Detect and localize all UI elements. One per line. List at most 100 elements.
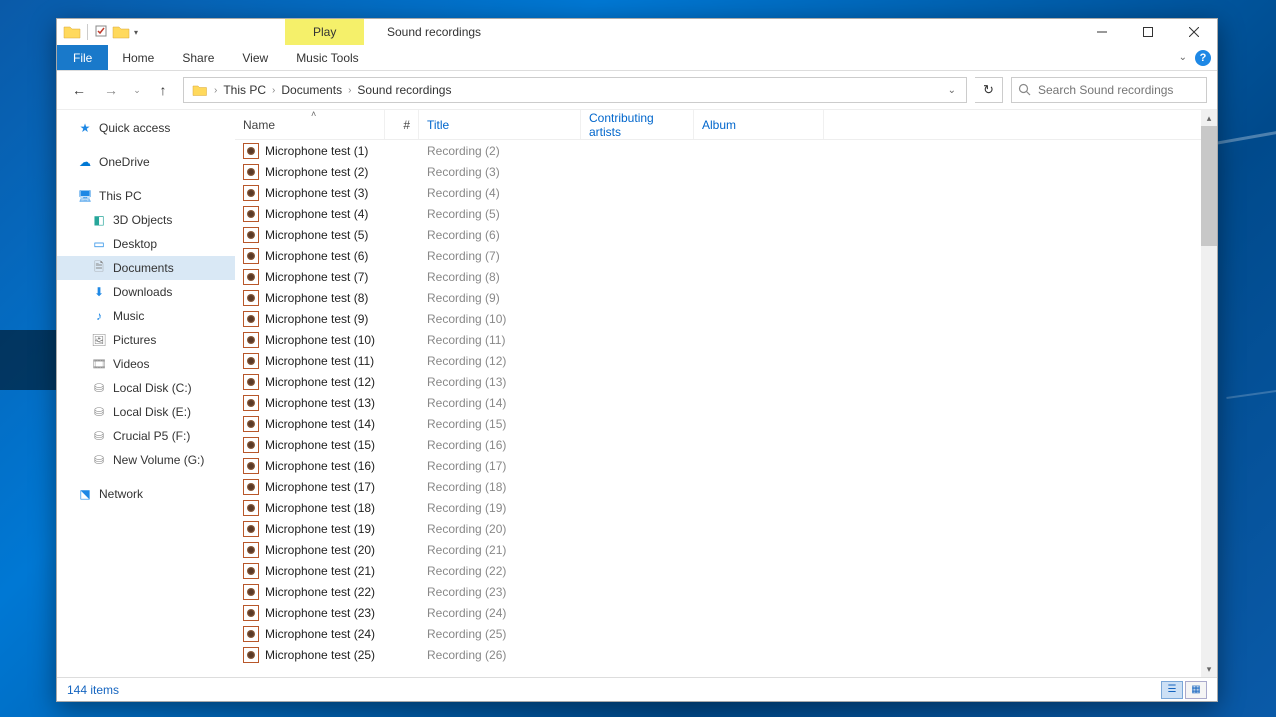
crumb-this-pc[interactable]: This PC bbox=[219, 78, 270, 102]
nav-this-pc[interactable]: 🖥This PC bbox=[57, 184, 235, 208]
file-row[interactable]: Microphone test (4)Recording (5) bbox=[235, 203, 1217, 224]
file-title: Recording (24) bbox=[419, 606, 581, 620]
file-name: Microphone test (18) bbox=[265, 501, 375, 515]
tab-music-tools[interactable]: Music Tools bbox=[282, 45, 372, 70]
recent-locations-icon[interactable]: ⌄ bbox=[131, 78, 143, 102]
file-row[interactable]: Microphone test (16)Recording (17) bbox=[235, 455, 1217, 476]
nav-local-disk-c[interactable]: ⛁Local Disk (C:) bbox=[57, 376, 235, 400]
nav-label: Desktop bbox=[113, 237, 157, 251]
file-name: Microphone test (6) bbox=[265, 249, 368, 263]
up-button[interactable]: ↑ bbox=[151, 78, 175, 102]
file-row[interactable]: Microphone test (15)Recording (16) bbox=[235, 434, 1217, 455]
nav-downloads[interactable]: ⬇Downloads bbox=[57, 280, 235, 304]
nav-music[interactable]: ♪Music bbox=[57, 304, 235, 328]
tab-share[interactable]: Share bbox=[168, 45, 228, 70]
file-row[interactable]: Microphone test (10)Recording (11) bbox=[235, 329, 1217, 350]
file-row[interactable]: Microphone test (21)Recording (22) bbox=[235, 560, 1217, 581]
column-header-name[interactable]: Name bbox=[235, 110, 385, 139]
file-title: Recording (9) bbox=[419, 291, 581, 305]
file-row[interactable]: Microphone test (8) Recording (9) bbox=[235, 287, 1217, 308]
file-title: Recording (8) bbox=[419, 270, 581, 284]
file-row[interactable]: Microphone test (13)Recording (14) bbox=[235, 392, 1217, 413]
tab-file[interactable]: File bbox=[57, 45, 108, 70]
search-box[interactable] bbox=[1011, 77, 1207, 103]
refresh-button[interactable]: ↻ bbox=[975, 77, 1003, 103]
view-large-icons-button[interactable]: ▦ bbox=[1185, 681, 1207, 699]
titlebar[interactable]: ▾ Play Sound recordings bbox=[57, 19, 1217, 45]
file-row[interactable]: Microphone test (22)Recording (23) bbox=[235, 581, 1217, 602]
nav-quick-access[interactable]: ★Quick access bbox=[57, 116, 235, 140]
file-row[interactable]: Microphone test (12)Recording (13) bbox=[235, 371, 1217, 392]
file-row[interactable]: Microphone test (23)Recording (24) bbox=[235, 602, 1217, 623]
nav-desktop[interactable]: ▭Desktop bbox=[57, 232, 235, 256]
crumb-sep-icon[interactable]: › bbox=[270, 85, 277, 96]
nav-documents[interactable]: 🗎Documents bbox=[57, 256, 235, 280]
close-button[interactable] bbox=[1171, 19, 1217, 45]
file-row[interactable]: Microphone test (2)Recording (3) bbox=[235, 161, 1217, 182]
file-row[interactable]: Microphone test (20)Recording (21) bbox=[235, 539, 1217, 560]
app-icon bbox=[63, 24, 81, 40]
file-row[interactable]: Microphone test (14)Recording (15) bbox=[235, 413, 1217, 434]
vertical-scrollbar[interactable]: ▴ ▾ bbox=[1201, 110, 1217, 677]
column-header-artists[interactable]: Contributing artists bbox=[581, 110, 694, 139]
view-details-button[interactable]: ☰ bbox=[1161, 681, 1183, 699]
scroll-up-icon[interactable]: ▴ bbox=[1201, 110, 1217, 126]
file-row[interactable]: Microphone test (5)Recording (6) bbox=[235, 224, 1217, 245]
nav-videos[interactable]: 🎞Videos bbox=[57, 352, 235, 376]
qat-properties-icon[interactable] bbox=[94, 24, 110, 40]
contextual-tab-play[interactable]: Play bbox=[285, 19, 364, 45]
file-list[interactable]: Microphone test (1)Recording (2)Micropho… bbox=[235, 140, 1217, 677]
scroll-thumb[interactable] bbox=[1201, 126, 1217, 246]
nav-new-volume[interactable]: ⛁New Volume (G:) bbox=[57, 448, 235, 472]
qat-new-folder-icon[interactable] bbox=[112, 24, 130, 40]
audio-file-icon bbox=[243, 416, 259, 432]
file-row[interactable]: Microphone test (6)Recording (7) bbox=[235, 245, 1217, 266]
column-header-album[interactable]: Album bbox=[694, 110, 824, 139]
crumb-documents[interactable]: Documents bbox=[277, 78, 346, 102]
file-row[interactable]: Microphone test (7)Recording (8) bbox=[235, 266, 1217, 287]
nav-label: Downloads bbox=[113, 285, 172, 299]
maximize-button[interactable] bbox=[1125, 19, 1171, 45]
file-title: Recording (14) bbox=[419, 396, 581, 410]
file-row[interactable]: Microphone test (3)Recording (4) bbox=[235, 182, 1217, 203]
crumb-sound-recordings[interactable]: Sound recordings bbox=[353, 78, 455, 102]
navigation-pane[interactable]: ★Quick access ☁OneDrive 🖥This PC ◧3D Obj… bbox=[57, 110, 235, 677]
nav-network[interactable]: ⬔Network bbox=[57, 482, 235, 506]
file-row[interactable]: Microphone test (25)Recording (26) bbox=[235, 644, 1217, 665]
crumb-sep-icon[interactable]: › bbox=[346, 85, 353, 96]
nav-3d-objects[interactable]: ◧3D Objects bbox=[57, 208, 235, 232]
address-bar[interactable]: › This PC › Documents › Sound recordings… bbox=[183, 77, 967, 103]
file-title: Recording (18) bbox=[419, 480, 581, 494]
column-header-title[interactable]: Title bbox=[419, 110, 581, 139]
column-header-number[interactable]: # bbox=[385, 110, 419, 139]
help-icon[interactable]: ? bbox=[1195, 50, 1211, 66]
nav-onedrive[interactable]: ☁OneDrive bbox=[57, 150, 235, 174]
file-row[interactable]: Microphone test (19)Recording (20) bbox=[235, 518, 1217, 539]
tab-home[interactable]: Home bbox=[108, 45, 168, 70]
file-row[interactable]: Microphone test (18)Recording (19) bbox=[235, 497, 1217, 518]
audio-file-icon bbox=[243, 479, 259, 495]
file-name: Microphone test (16) bbox=[265, 459, 375, 473]
nav-pictures[interactable]: 🖼Pictures bbox=[57, 328, 235, 352]
qat-customize-icon[interactable]: ▾ bbox=[132, 28, 140, 37]
file-row[interactable]: Microphone test (11)Recording (12) bbox=[235, 350, 1217, 371]
forward-button[interactable]: → bbox=[99, 78, 123, 102]
crumb-sep-icon[interactable]: › bbox=[212, 85, 219, 96]
file-row[interactable]: Microphone test (9)Recording (10) bbox=[235, 308, 1217, 329]
nav-crucial-p5[interactable]: ⛁Crucial P5 (F:) bbox=[57, 424, 235, 448]
crumb-icon[interactable] bbox=[188, 78, 212, 102]
nav-local-disk-e[interactable]: ⛁Local Disk (E:) bbox=[57, 400, 235, 424]
file-row[interactable]: Microphone test (24)Recording (25) bbox=[235, 623, 1217, 644]
file-row[interactable]: Microphone test (17)Recording (18) bbox=[235, 476, 1217, 497]
minimize-button[interactable] bbox=[1079, 19, 1125, 45]
file-name: Microphone test (8) bbox=[265, 291, 368, 305]
tab-view[interactable]: View bbox=[228, 45, 282, 70]
search-input[interactable] bbox=[1038, 83, 1200, 97]
expand-ribbon-icon[interactable]: ⌄ bbox=[1179, 52, 1187, 63]
nav-label: New Volume (G:) bbox=[113, 453, 204, 467]
address-dropdown-icon[interactable]: ⌄ bbox=[942, 85, 962, 96]
back-button[interactable]: ← bbox=[67, 78, 91, 102]
scroll-down-icon[interactable]: ▾ bbox=[1201, 661, 1217, 677]
file-row[interactable]: Microphone test (1)Recording (2) bbox=[235, 140, 1217, 161]
audio-file-icon bbox=[243, 500, 259, 516]
